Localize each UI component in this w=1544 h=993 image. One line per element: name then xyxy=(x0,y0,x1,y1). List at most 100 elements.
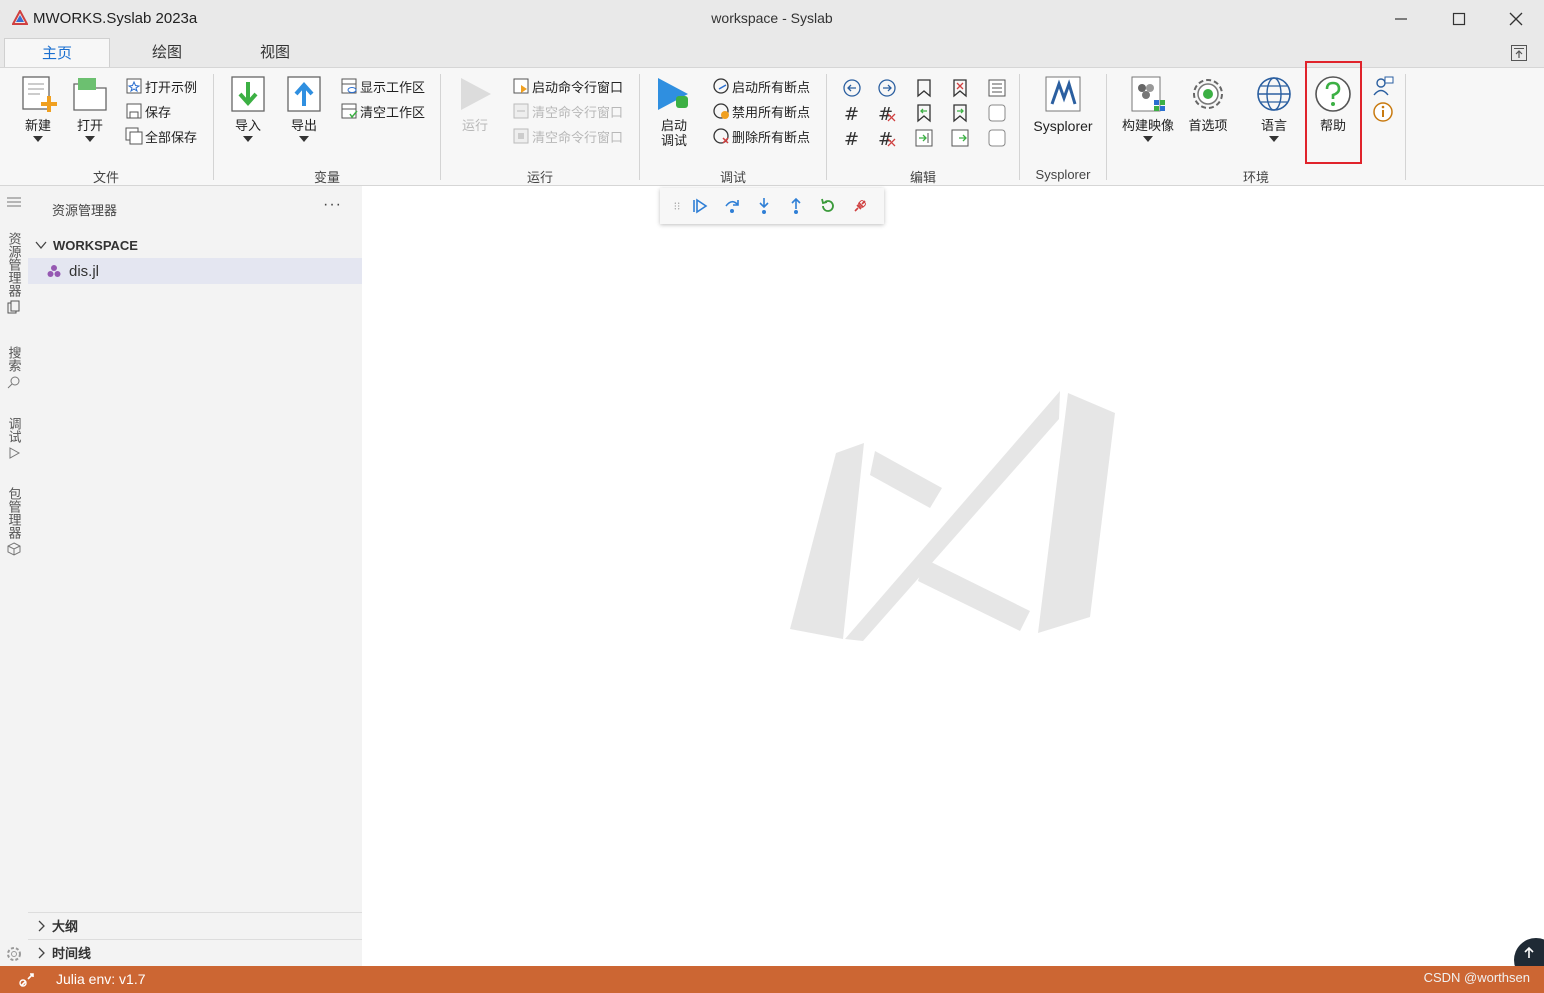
activity-debug[interactable]: 调试 xyxy=(0,417,28,460)
tab-home[interactable]: 主页 xyxy=(4,38,110,68)
save-all-button[interactable]: 全部保存 xyxy=(125,126,197,146)
new-label: 新建 xyxy=(24,118,51,133)
enable-breakpoints-label: 启动所有断点 xyxy=(732,79,811,95)
window-title: workspace - Syslab xyxy=(711,10,833,26)
julia-env-status[interactable]: Julia env: v1.7 xyxy=(56,971,146,987)
bookmark-icon[interactable] xyxy=(913,77,935,99)
import-icon xyxy=(231,76,265,112)
checkbox-icon[interactable] xyxy=(986,102,1008,124)
debug-toolbar xyxy=(660,188,884,224)
new-button[interactable]: 新建 xyxy=(16,74,60,142)
disable-breakpoints-button[interactable]: 禁用所有断点 xyxy=(712,101,810,121)
svg-text:#: # xyxy=(844,129,859,149)
restart-icon xyxy=(821,198,834,212)
clear-repl-button-2[interactable]: 清空命令行窗口 xyxy=(512,126,623,146)
block-uncomment-icon[interactable]: # xyxy=(876,127,898,149)
save-button[interactable]: 保存 xyxy=(125,101,171,121)
open-button[interactable]: 打开 xyxy=(68,74,112,142)
activity-explorer[interactable]: 资源管理器 xyxy=(0,232,28,314)
chevron-down-icon xyxy=(1143,136,1153,142)
about-info-icon[interactable] xyxy=(1372,101,1394,123)
activity-search[interactable]: 搜索 xyxy=(0,346,28,389)
clear-repl-button[interactable]: 清空命令行窗口 xyxy=(512,101,623,121)
import-label: 导入 xyxy=(234,118,261,133)
chevron-down-icon xyxy=(1269,136,1279,142)
group-separator xyxy=(1405,74,1406,180)
step-over-button[interactable] xyxy=(716,190,748,222)
start-debug-label-2: 调试 xyxy=(660,133,687,148)
close-icon xyxy=(1509,12,1523,26)
clear-workspace-button[interactable]: 清空工作区 xyxy=(340,101,425,121)
file-item[interactable]: dis.jl xyxy=(28,258,362,284)
checkbox-icon[interactable] xyxy=(986,127,1008,149)
status-bar: Julia env: v1.7 CSDN @worthsen xyxy=(0,966,1544,993)
open-folder-icon xyxy=(73,78,107,111)
save-icon xyxy=(126,103,142,119)
clear-bookmarks-icon[interactable] xyxy=(949,77,971,99)
list-view-icon[interactable] xyxy=(986,77,1008,99)
delete-breakpoints-label: 删除所有断点 xyxy=(732,129,811,145)
search-icon xyxy=(7,376,20,389)
preferences-button[interactable]: 首选项 xyxy=(1184,74,1232,134)
collapse-ribbon-icon[interactable] xyxy=(1510,44,1528,62)
minimize-button[interactable] xyxy=(1372,0,1430,38)
step-into-button[interactable] xyxy=(748,190,780,222)
clear-workspace-label: 清空工作区 xyxy=(360,104,426,120)
watermark-credit: CSDN @worthsen xyxy=(1423,970,1530,985)
close-button[interactable] xyxy=(1487,0,1544,38)
start-repl-button[interactable]: 启动命令行窗口 xyxy=(512,76,623,96)
indent-icon[interactable] xyxy=(913,127,935,149)
chevron-right-icon xyxy=(38,947,45,958)
group-separator xyxy=(1106,74,1107,180)
open-example-button[interactable]: 打开示例 xyxy=(125,76,197,96)
comment-icon[interactable]: # xyxy=(841,102,863,124)
language-button[interactable]: 语言 xyxy=(1252,74,1296,142)
step-out-button[interactable] xyxy=(780,190,812,222)
mworks-logo-icon xyxy=(12,10,28,25)
disconnect-button[interactable] xyxy=(844,190,876,222)
timeline-section-header[interactable]: 时间线 xyxy=(28,939,362,965)
enable-breakpoints-button[interactable]: 启动所有断点 xyxy=(712,76,810,96)
activity-explorer-label: 资源管理器 xyxy=(6,232,22,297)
step-over-icon xyxy=(725,200,739,213)
sysplorer-button[interactable]: Sysplorer xyxy=(1028,74,1098,134)
next-bookmark-icon[interactable] xyxy=(949,102,971,124)
feedback-icon[interactable] xyxy=(1372,75,1394,97)
workspace-section-header[interactable]: WORKSPACE xyxy=(28,234,362,256)
gear-icon xyxy=(1193,79,1223,109)
navigate-back-icon[interactable] xyxy=(841,77,863,99)
open-example-label: 打开示例 xyxy=(145,79,198,95)
new-file-icon xyxy=(22,76,57,112)
continue-button[interactable] xyxy=(684,190,716,222)
export-button[interactable]: 导出 xyxy=(282,74,326,142)
activity-packages[interactable]: 包管理器 xyxy=(0,487,28,556)
title-bar: MWORKS.Syslab 2023a workspace - Syslab xyxy=(0,0,1544,38)
outline-section-header[interactable]: 大纲 xyxy=(28,912,362,938)
import-button[interactable]: 导入 xyxy=(226,74,270,142)
outdent-icon[interactable] xyxy=(949,127,971,149)
delete-breakpoints-button[interactable]: 删除所有断点 xyxy=(712,126,810,146)
group-label-variables: 变量 xyxy=(313,170,340,185)
more-actions-button[interactable]: ··· xyxy=(323,196,342,214)
tab-plot[interactable]: 绘图 xyxy=(114,38,220,68)
open-label: 打开 xyxy=(76,118,103,133)
settings-gear-icon[interactable] xyxy=(6,946,22,962)
uncomment-icon[interactable]: # xyxy=(876,102,898,124)
maximize-button[interactable] xyxy=(1430,0,1488,38)
syslab-watermark-logo xyxy=(790,391,1115,641)
block-comment-icon[interactable]: # xyxy=(841,127,863,149)
menu-icon[interactable] xyxy=(6,196,22,208)
restart-button[interactable] xyxy=(812,190,844,222)
activity-packages-label: 包管理器 xyxy=(6,487,22,539)
navigate-forward-icon[interactable] xyxy=(876,77,898,99)
start-debug-button[interactable]: 启动 调试 xyxy=(652,74,696,148)
show-workspace-button[interactable]: 显示工作区 xyxy=(340,76,425,96)
help-highlight-box xyxy=(1305,61,1362,164)
tab-view[interactable]: 视图 xyxy=(222,38,328,68)
run-button[interactable]: 运行 xyxy=(453,74,497,134)
remote-connect-icon[interactable] xyxy=(18,972,36,988)
drag-handle[interactable] xyxy=(670,190,684,222)
minimize-icon xyxy=(1395,18,1407,20)
build-image-button[interactable]: 构建映像 xyxy=(1118,74,1178,142)
prev-bookmark-icon[interactable] xyxy=(913,102,935,124)
